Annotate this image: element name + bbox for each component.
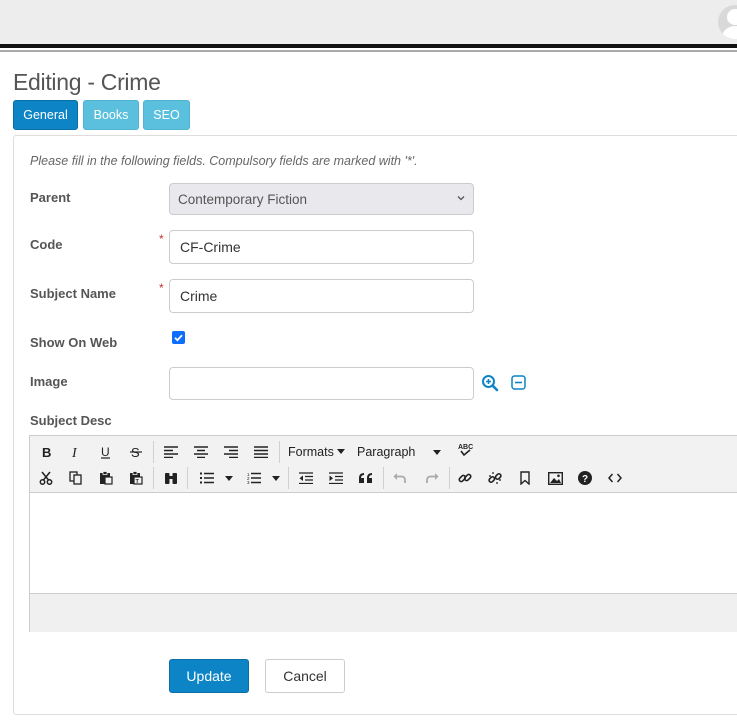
formats-dropdown[interactable]: Formats bbox=[288, 445, 345, 459]
underline-icon[interactable]: U bbox=[95, 441, 117, 463]
align-center-icon[interactable] bbox=[190, 441, 212, 463]
undo-icon[interactable] bbox=[389, 467, 411, 489]
toolbar-separator bbox=[187, 467, 188, 489]
find-replace-icon[interactable] bbox=[160, 467, 182, 489]
svg-text:ABC: ABC bbox=[458, 444, 473, 451]
chevron-down-icon bbox=[457, 196, 465, 201]
caret-down-icon bbox=[433, 450, 441, 455]
cancel-button[interactable]: Cancel bbox=[265, 659, 345, 693]
bookmark-icon[interactable] bbox=[514, 467, 536, 489]
formats-label: Formats bbox=[288, 445, 334, 459]
source-code-icon[interactable] bbox=[604, 467, 626, 489]
avatar-head bbox=[727, 9, 737, 25]
toolbar-separator bbox=[153, 467, 154, 489]
header-subdivider bbox=[0, 50, 737, 52]
outdent-icon[interactable] bbox=[295, 467, 317, 489]
checkmark-icon bbox=[174, 334, 183, 342]
bullet-list-icon[interactable] bbox=[196, 467, 218, 489]
editor-content-area[interactable] bbox=[30, 493, 737, 593]
editor-status-bar bbox=[30, 593, 737, 632]
paragraph-dropdown[interactable]: Paragraph bbox=[357, 445, 441, 459]
paste-text-icon[interactable]: T bbox=[125, 467, 147, 489]
form-instructions: Please fill in the following fields. Com… bbox=[30, 154, 418, 168]
align-right-icon[interactable] bbox=[220, 441, 242, 463]
align-justify-icon[interactable] bbox=[250, 441, 272, 463]
bold-icon[interactable]: B bbox=[35, 441, 57, 463]
paragraph-label: Paragraph bbox=[357, 445, 416, 459]
copy-icon[interactable] bbox=[65, 467, 87, 489]
image-icon[interactable] bbox=[544, 467, 566, 489]
update-button[interactable]: Update bbox=[169, 659, 249, 693]
image-input[interactable] bbox=[169, 367, 474, 400]
indent-icon[interactable] bbox=[325, 467, 347, 489]
toolbar-separator bbox=[383, 467, 384, 489]
svg-text:3: 3 bbox=[247, 480, 250, 484]
header-divider bbox=[0, 44, 737, 48]
tab-seo[interactable]: SEO bbox=[143, 100, 190, 130]
parent-select-value: Contemporary Fiction bbox=[178, 191, 308, 207]
strikethrough-icon[interactable]: S bbox=[125, 441, 147, 463]
parent-select[interactable]: Contemporary Fiction bbox=[169, 183, 474, 215]
caret-down-icon bbox=[336, 449, 345, 454]
tab-books[interactable]: Books bbox=[83, 100, 139, 130]
link-icon[interactable] bbox=[454, 467, 476, 489]
paste-icon[interactable] bbox=[95, 467, 117, 489]
unlink-icon[interactable] bbox=[484, 467, 506, 489]
top-bar bbox=[0, 0, 737, 44]
subject-name-required-marker: * bbox=[159, 281, 164, 295]
minus-square-icon[interactable] bbox=[511, 375, 526, 390]
editor-toolbar: B I U S Formats Paragraph ABC T 1 2 3 ? bbox=[30, 436, 737, 493]
spellcheck-icon[interactable]: ABC bbox=[454, 439, 476, 461]
svg-text:?: ? bbox=[582, 474, 588, 485]
subject-name-label: Subject Name bbox=[30, 286, 116, 301]
svg-text:B: B bbox=[42, 445, 51, 459]
page-title: Editing - Crime bbox=[13, 69, 161, 95]
cut-icon[interactable] bbox=[35, 467, 57, 489]
redo-icon[interactable] bbox=[421, 467, 443, 489]
image-label: Image bbox=[30, 374, 68, 389]
tab-general[interactable]: General bbox=[13, 100, 78, 130]
rich-text-editor: B I U S Formats Paragraph ABC T 1 2 3 ? bbox=[29, 435, 737, 632]
svg-text:U: U bbox=[101, 445, 110, 459]
toolbar-separator bbox=[153, 441, 154, 463]
caret-down-icon[interactable] bbox=[272, 476, 280, 482]
code-label: Code bbox=[30, 237, 63, 252]
help-icon[interactable]: ? bbox=[574, 467, 596, 489]
zoom-in-icon[interactable] bbox=[481, 374, 499, 392]
blockquote-icon[interactable] bbox=[355, 467, 377, 489]
toolbar-separator bbox=[279, 441, 280, 463]
caret-down-icon[interactable] bbox=[225, 476, 233, 482]
show-on-web-label: Show On Web bbox=[30, 335, 118, 350]
avatar-body bbox=[721, 26, 737, 39]
subject-desc-label: Subject Desc bbox=[30, 413, 112, 428]
numbered-list-icon[interactable]: 123 bbox=[243, 467, 265, 489]
toolbar-separator bbox=[449, 467, 450, 489]
code-input[interactable] bbox=[169, 230, 474, 264]
svg-text:I: I bbox=[71, 446, 78, 459]
subject-name-input[interactable] bbox=[169, 279, 474, 313]
toolbar-separator bbox=[288, 467, 289, 489]
code-required-marker: * bbox=[159, 232, 164, 246]
italic-icon[interactable]: I bbox=[65, 441, 87, 463]
parent-label: Parent bbox=[30, 190, 71, 205]
align-left-icon[interactable] bbox=[160, 441, 182, 463]
show-on-web-checkbox[interactable] bbox=[172, 331, 185, 344]
